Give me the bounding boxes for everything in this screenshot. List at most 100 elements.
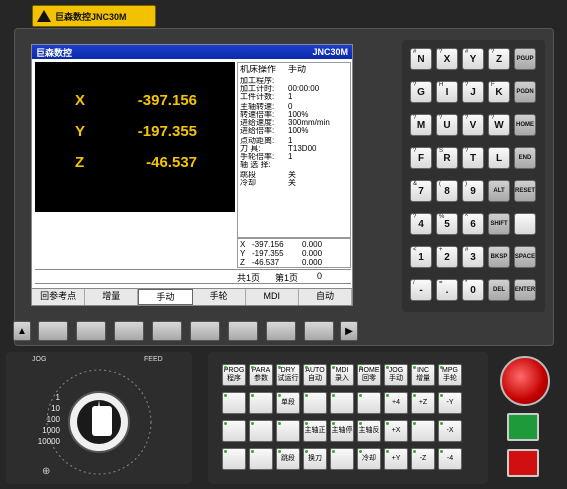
key-i[interactable]: HI	[436, 81, 458, 103]
key-r[interactable]: SR	[436, 147, 458, 169]
dial-knob[interactable]	[92, 406, 112, 436]
coord-row-x: X -397.156	[35, 92, 235, 118]
key-x[interactable]: ? X	[436, 48, 458, 70]
key-7[interactable]: & 7	[410, 180, 432, 202]
control-key[interactable]: MDI 录入	[330, 364, 354, 386]
control-key[interactable]: MPG 手轮	[438, 364, 462, 386]
key-z[interactable]: ? Z	[488, 48, 510, 70]
softkey-mdi[interactable]: MDI	[246, 289, 299, 305]
control-key[interactable]	[222, 420, 246, 442]
key-3[interactable]: #3	[462, 246, 484, 268]
control-key[interactable]: 换刀	[303, 448, 327, 470]
key-j[interactable]: ? J	[462, 81, 484, 103]
control-key[interactable]	[222, 392, 246, 414]
key-del[interactable]: DEL	[488, 279, 510, 301]
key-1[interactable]: <1	[410, 246, 432, 268]
key-shift-label: )	[465, 181, 467, 187]
key-f[interactable]: ? F	[410, 147, 432, 169]
key-blank[interactable]	[514, 213, 536, 235]
softkey-button[interactable]	[114, 321, 144, 341]
control-key[interactable]: -Z	[411, 448, 435, 470]
control-key[interactable]: 主轴正	[303, 420, 327, 442]
key-l[interactable]: L	[488, 147, 510, 169]
key-pgdn[interactable]: PGDN	[514, 81, 536, 103]
control-key[interactable]: -X	[438, 420, 462, 442]
control-key[interactable]	[249, 420, 273, 442]
key-enter[interactable]: ENTER	[514, 279, 536, 301]
control-key[interactable]	[357, 392, 381, 414]
key-bksp[interactable]: BKSP	[488, 246, 510, 268]
key-y[interactable]: # Y	[462, 48, 484, 70]
control-key[interactable]: 主轴反	[357, 420, 381, 442]
control-key[interactable]	[330, 448, 354, 470]
control-key[interactable]: -4	[438, 448, 462, 470]
control-key[interactable]	[276, 420, 300, 442]
key-v[interactable]: ? V	[462, 114, 484, 136]
control-key[interactable]	[249, 392, 273, 414]
key-u[interactable]: ? U	[436, 114, 458, 136]
control-key[interactable]: DRY 试运行	[276, 364, 300, 386]
key-4[interactable]: ? 4	[410, 213, 432, 235]
key-6[interactable]: ^ 6	[462, 213, 484, 235]
key-w[interactable]: ? W	[488, 114, 510, 136]
softkey-incremental[interactable]: 增量	[85, 289, 139, 305]
emergency-stop-button[interactable]	[500, 356, 550, 406]
control-key[interactable]: INC 增量	[411, 364, 435, 386]
control-key[interactable]: +X	[384, 420, 408, 442]
control-key[interactable]	[303, 392, 327, 414]
control-key[interactable]: 主轴停	[330, 420, 354, 442]
control-key[interactable]: AUTO 自动	[303, 364, 327, 386]
control-key[interactable]	[222, 448, 246, 470]
control-key[interactable]: 冷却	[357, 448, 381, 470]
softkey-manual[interactable]: 手动	[138, 289, 193, 305]
key-k[interactable]: FK	[488, 81, 510, 103]
softkey-button[interactable]	[152, 321, 182, 341]
softkey-ref-point[interactable]: 回参考点	[32, 289, 86, 305]
key-g[interactable]: ? G	[410, 81, 432, 103]
softkey-button[interactable]	[76, 321, 106, 341]
softkey-button[interactable]	[228, 321, 258, 341]
key-shift-label: ?	[465, 115, 469, 121]
control-key[interactable]	[330, 392, 354, 414]
control-key[interactable]: PROG 程序	[222, 364, 246, 386]
softkey-button[interactable]	[38, 321, 68, 341]
control-key[interactable]: JOG 手动	[384, 364, 408, 386]
key-9[interactable]: ) 9	[462, 180, 484, 202]
control-key[interactable]: 跳段	[276, 448, 300, 470]
softkey-left-button[interactable]: ▲	[13, 321, 31, 341]
key-alt[interactable]: ALT	[488, 180, 510, 202]
key-reset[interactable]: RESET	[514, 180, 536, 202]
key-home[interactable]: HOME	[514, 114, 536, 136]
control-key[interactable]	[411, 420, 435, 442]
key--[interactable]: / -	[410, 279, 432, 301]
control-key[interactable]	[249, 448, 273, 470]
control-key[interactable]: -Y	[438, 392, 462, 414]
key-5[interactable]: % 5	[436, 213, 458, 235]
control-key[interactable]: +Y	[384, 448, 408, 470]
control-key[interactable]: +Z	[411, 392, 435, 414]
key-2[interactable]: +2	[436, 246, 458, 268]
key-end[interactable]: END	[514, 147, 536, 169]
control-key[interactable]: +4	[384, 392, 408, 414]
softkey-button[interactable]	[190, 321, 220, 341]
softkey-handwheel[interactable]: 手轮	[193, 289, 246, 305]
control-key[interactable]: PARA 参数	[249, 364, 273, 386]
cycle-stop-button[interactable]	[507, 449, 539, 477]
key-.[interactable]: =.	[436, 279, 458, 301]
key-0[interactable]: * 0	[462, 279, 484, 301]
softkey-button[interactable]	[304, 321, 334, 341]
control-key[interactable]: HOME 回零	[357, 364, 381, 386]
key-pgup[interactable]: PGUP	[514, 48, 536, 70]
command-line[interactable]	[35, 283, 351, 284]
key-8[interactable]: (8	[436, 180, 458, 202]
key-space[interactable]: SPACE	[514, 246, 536, 268]
control-key[interactable]: 单段	[276, 392, 300, 414]
key-m[interactable]: ? M	[410, 114, 432, 136]
key-t[interactable]: ? T	[462, 147, 484, 169]
softkey-button[interactable]	[266, 321, 296, 341]
softkey-auto[interactable]: 自动	[299, 289, 353, 305]
key-n[interactable]: # N	[410, 48, 432, 70]
cycle-start-button[interactable]	[507, 413, 539, 441]
softkey-right-button[interactable]: ▶	[340, 321, 358, 341]
key-shift[interactable]: SHIFT	[488, 213, 510, 235]
